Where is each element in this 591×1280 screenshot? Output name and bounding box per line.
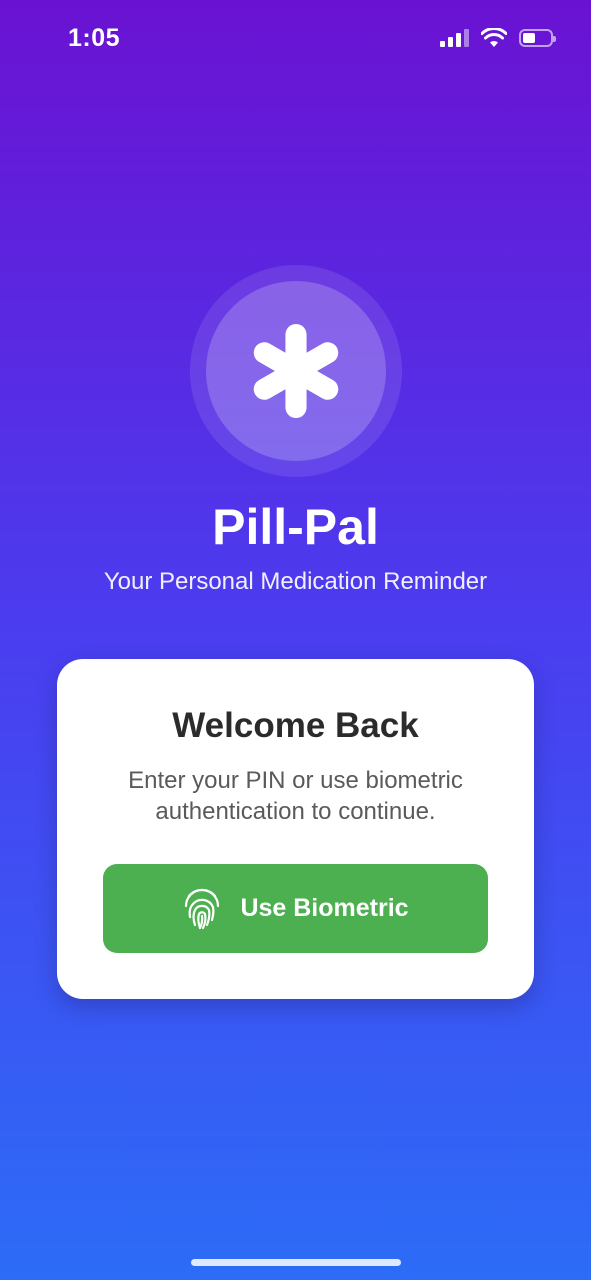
app-subtitle: Your Personal Medication Reminder xyxy=(103,568,488,595)
use-biometric-button[interactable]: Use Biometric xyxy=(103,864,488,953)
status-bar: 1:05 xyxy=(0,0,591,80)
status-icons xyxy=(440,28,556,48)
login-screen: 1:05 Pill-Pal Your Personal Medication R… xyxy=(0,0,591,1280)
home-indicator[interactable] xyxy=(191,1259,401,1266)
use-biometric-label: Use Biometric xyxy=(240,894,409,922)
signal-icon xyxy=(440,29,469,47)
card-title: Welcome Back xyxy=(172,706,419,745)
battery-fill xyxy=(523,33,535,43)
status-time: 1:05 xyxy=(68,24,121,52)
battery-icon xyxy=(519,29,556,47)
card-description: Enter your PIN or use biometric authenti… xyxy=(128,767,463,825)
fingerprint-icon xyxy=(185,888,220,929)
app-title: Pill-Pal xyxy=(212,499,379,555)
wifi-icon xyxy=(481,28,507,47)
app-logo-circle xyxy=(206,281,386,461)
app-logo xyxy=(190,265,402,477)
login-card: Welcome Back Enter your PIN or use biome… xyxy=(57,659,534,999)
asterisk-icon xyxy=(253,323,339,419)
